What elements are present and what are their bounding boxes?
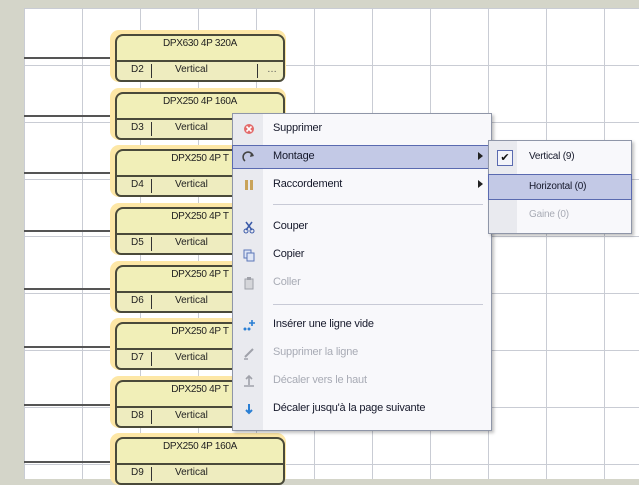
breaker-name: DPX250 4P 160A [162, 96, 237, 107]
menu-item-label: Raccordement [273, 178, 343, 190]
submenu-item-gaine[interactable]: Gaine (0) [489, 203, 631, 227]
menu-item-decaler-page-suivante[interactable]: Décaler jusqu'à la page suivante [233, 398, 491, 420]
wire [24, 115, 118, 117]
delete-icon [242, 122, 256, 136]
submenu-arrow-icon [478, 152, 483, 160]
breaker-id: D3 [131, 122, 144, 133]
breaker-name: DPX630 4P 320A [162, 38, 237, 49]
paste-icon [242, 276, 256, 290]
menu-item-montage[interactable]: Montage [232, 145, 492, 169]
menu-item-copier[interactable]: Copier [233, 244, 491, 266]
breaker-footer: D2 Vertical … [115, 60, 285, 82]
shift-down-icon [242, 402, 256, 416]
breaker-extra: … [267, 64, 277, 75]
breaker-id: D7 [131, 352, 144, 363]
wire [24, 57, 118, 59]
wire [24, 346, 118, 348]
wire [24, 288, 118, 290]
connection-icon [242, 178, 256, 192]
menu-item-label: Décaler vers le haut [273, 374, 367, 386]
breaker-mount: Vertical [175, 179, 208, 190]
breaker-header: DPX630 4P 320A [115, 34, 285, 60]
breaker-name: DPX250 4P 160A [162, 441, 237, 452]
breaker-id: D6 [131, 295, 144, 306]
breaker-block[interactable]: DPX250 4P 160A D9 Vertical [110, 433, 286, 485]
breaker-id: D2 [131, 64, 144, 75]
copy-icon [242, 248, 256, 262]
breaker-id: D5 [131, 237, 144, 248]
menu-item-label: Montage [273, 150, 315, 162]
submenu-item-vertical[interactable]: ✔ Vertical (9) [489, 145, 631, 169]
menu-item-decaler-haut[interactable]: Décaler vers le haut [233, 370, 491, 392]
shift-up-icon [242, 374, 256, 388]
mount-icon [242, 150, 256, 164]
menu-item-couper[interactable]: Couper [233, 216, 491, 238]
menu-item-supprimer[interactable]: Supprimer [233, 118, 491, 140]
breaker-id: D4 [131, 179, 144, 190]
breaker-mount: Vertical [175, 237, 208, 248]
submenu-item-horizontal[interactable]: Horizontal (0) [488, 174, 632, 200]
delete-line-icon [242, 346, 256, 360]
wire [24, 172, 118, 174]
menu-item-label: Copier [273, 248, 305, 260]
menu-item-label: Couper [273, 220, 308, 232]
menu-item-inserer-ligne[interactable]: Insérer une ligne vide [233, 314, 491, 336]
menu-item-raccordement[interactable]: Raccordement [233, 174, 491, 196]
breaker-mount: Vertical [175, 295, 208, 306]
wire [24, 230, 118, 232]
breaker-mount: Vertical [175, 122, 208, 133]
submenu-arrow-icon [478, 180, 483, 188]
wire [24, 461, 118, 463]
breaker-block[interactable]: DPX630 4P 320A D2 Vertical … [110, 30, 286, 82]
submenu-item-label: Gaine (0) [529, 209, 569, 220]
breaker-mount: Vertical [175, 64, 208, 75]
menu-item-coller[interactable]: Coller [233, 272, 491, 294]
breaker-mount: Vertical [175, 352, 208, 363]
breaker-id: D9 [131, 467, 144, 478]
breaker-mount: Vertical [175, 467, 208, 478]
menu-item-label: Insérer une ligne vide [273, 318, 374, 330]
menu-item-label: Supprimer [273, 122, 322, 134]
breaker-id: D8 [131, 410, 144, 421]
insert-line-icon [242, 318, 256, 332]
checkmark-icon: ✔ [497, 150, 513, 166]
breaker-header: DPX250 4P 160A [115, 437, 285, 463]
menu-item-label: Décaler jusqu'à la page suivante [273, 402, 426, 414]
menu-item-label: Coller [273, 276, 301, 288]
cut-icon [242, 220, 256, 234]
context-menu: Supprimer Montage Raccordement Couper Co… [232, 113, 492, 431]
montage-submenu: ✔ Vertical (9) Horizontal (0) Gaine (0) [488, 140, 632, 234]
wire [24, 404, 118, 406]
menu-item-label: Supprimer la ligne [273, 346, 359, 358]
menu-separator [273, 204, 483, 205]
menu-separator [273, 304, 483, 305]
menu-item-supprimer-ligne[interactable]: Supprimer la ligne [233, 342, 491, 364]
submenu-item-label: Horizontal (0) [529, 181, 587, 192]
breaker-mount: Vertical [175, 410, 208, 421]
submenu-item-label: Vertical (9) [529, 151, 575, 162]
breaker-footer: D9 Vertical [115, 463, 285, 485]
